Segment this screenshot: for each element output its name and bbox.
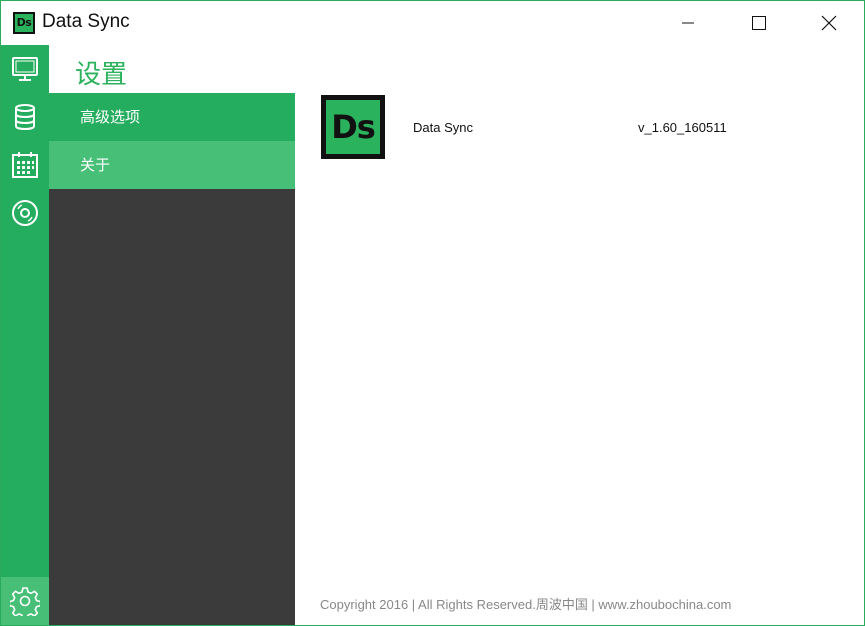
maximize-button[interactable] [736, 1, 782, 45]
minimize-icon [682, 22, 694, 24]
app-logo: Ds [13, 12, 35, 34]
rail-item-disc[interactable] [1, 189, 49, 237]
app-logo-text: Ds [15, 14, 33, 32]
rail-item-database[interactable] [1, 93, 49, 141]
about-panel: Ds Data Sync v_1.60_160511 Copyright 201… [295, 45, 864, 625]
settings-menu: 高级选项 关于 [49, 93, 295, 625]
app-window: Ds Data Sync 设置 高级选项 关于 Ds Data Sync v_1… [0, 0, 865, 626]
icon-rail [1, 45, 49, 625]
rail-item-calendar[interactable] [1, 141, 49, 189]
rail-item-monitor[interactable] [1, 45, 49, 93]
minimize-button[interactable] [665, 1, 711, 45]
close-button[interactable] [806, 1, 852, 45]
disc-icon [12, 200, 38, 226]
settings-gear-icon [10, 587, 40, 616]
title-bar: Ds Data Sync [1, 1, 864, 45]
window-title: Data Sync [42, 11, 130, 32]
menu-item-advanced-options[interactable]: 高级选项 [49, 93, 295, 141]
product-logo: Ds [321, 95, 385, 159]
maximize-icon [752, 16, 766, 30]
rail-item-settings[interactable] [1, 577, 49, 625]
page-title: 设置 [75, 60, 128, 90]
database-icon [15, 104, 35, 131]
product-logo-text: Ds [326, 100, 380, 154]
app-version: v_1.60_160511 [638, 120, 727, 135]
copyright-footer: Copyright 2016 | All Rights Reserved.周波中… [320, 597, 732, 612]
settings-header: 设置 [49, 45, 295, 93]
calendar-icon [12, 152, 38, 178]
app-name: Data Sync [413, 120, 473, 135]
menu-item-about[interactable]: 关于 [49, 141, 295, 189]
close-icon [821, 15, 837, 31]
monitor-icon [12, 57, 38, 81]
